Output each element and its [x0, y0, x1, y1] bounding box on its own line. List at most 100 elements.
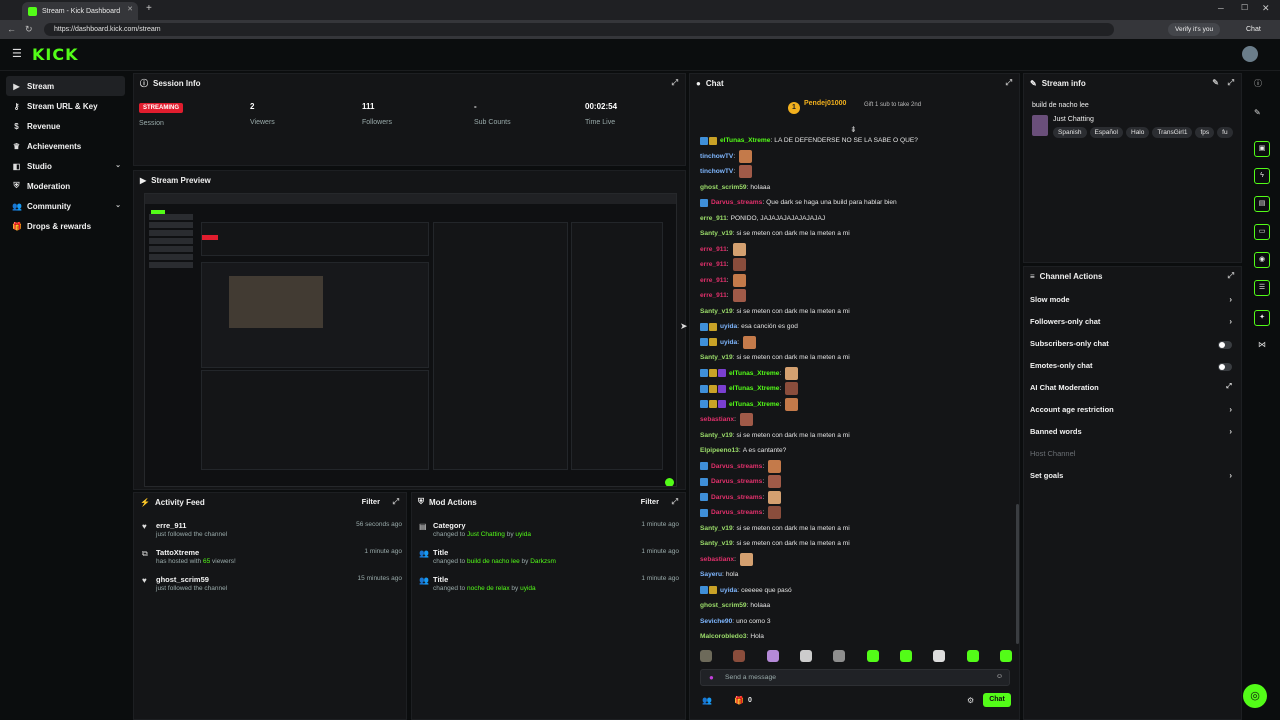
sidebar-item-stream[interactable]: ▶ Stream	[6, 76, 125, 96]
chat-message[interactable]: Santy_v19: si se meten con dark me la met…	[690, 521, 1012, 537]
chat-username[interactable]: erre_911	[700, 261, 727, 268]
chat-username[interactable]: erre_911	[700, 246, 727, 253]
chat-message[interactable]: sebastianx:	[690, 412, 1012, 428]
chat-message[interactable]: Santy_v19: si se meten con dark me la met…	[690, 350, 1012, 366]
chat-message[interactable]: Santy_v19: si se meten con dark me la met…	[690, 304, 1012, 320]
chat-username[interactable]: erre_911	[700, 215, 727, 222]
tag-chip[interactable]: Español	[1089, 127, 1123, 138]
chat-message[interactable]: Santy_v19: si se meten con dark me la met…	[690, 428, 1012, 444]
rail-camera-icon[interactable]: ▣	[1254, 141, 1270, 157]
chat-message[interactable]: Darvus_streams:	[690, 474, 1012, 490]
chevron-right-icon[interactable]: ›	[1229, 295, 1232, 304]
expand-icon[interactable]: ⤢	[1228, 78, 1234, 88]
channel-action-set-goals[interactable]: Set goals ›	[1030, 471, 1236, 485]
chat-username[interactable]: sebastianx	[700, 416, 734, 423]
toggle-switch[interactable]	[1218, 363, 1232, 371]
chat-message[interactable]: Darvus_streams:	[690, 505, 1012, 521]
chat-username[interactable]: Darvus_streams	[711, 494, 762, 501]
url-input[interactable]: https://dashboard.kick.com/stream	[44, 23, 1114, 36]
chat-message[interactable]: Darvus_streams:	[690, 459, 1012, 475]
chat-message[interactable]: uyida:	[690, 335, 1012, 351]
chat-message[interactable]: erre_911:	[690, 242, 1012, 258]
send-chat-button[interactable]: Chat	[983, 693, 1011, 707]
chat-username[interactable]: Santy_v19	[700, 432, 733, 439]
settings-gear-icon[interactable]: ⚙	[967, 696, 974, 705]
filter-button[interactable]: Filter	[362, 497, 380, 506]
filter-button[interactable]: Filter	[641, 497, 659, 506]
users-icon[interactable]: 👥	[702, 696, 712, 705]
chat-message[interactable]: Seviche90: uno como 3	[690, 614, 1012, 630]
quick-emote-icon[interactable]	[733, 650, 746, 662]
kick-logo[interactable]: KICK	[32, 45, 79, 64]
rail-bolt-icon[interactable]: ϟ	[1254, 168, 1270, 184]
back-icon[interactable]: ←	[7, 23, 16, 36]
chat-username[interactable]: ghost_scrim59	[700, 184, 747, 191]
chat-message[interactable]: tinchowTV:	[690, 149, 1012, 165]
chat-input-box[interactable]: ● Send a message ☺	[700, 669, 1010, 686]
chat-message[interactable]: Santy_v19: si se meten con dark me la met…	[690, 536, 1012, 552]
tag-chip[interactable]: TransGirl1	[1152, 127, 1193, 138]
chat-username[interactable]: uyida	[720, 339, 737, 346]
chat-message[interactable]: elTunas_Xtreme:	[690, 397, 1012, 413]
emoji-icon[interactable]: ☺	[996, 673, 1003, 680]
quick-emote-icon[interactable]	[833, 650, 846, 662]
tag-chip[interactable]: fu	[1217, 127, 1233, 138]
reload-icon[interactable]: ↻	[25, 23, 33, 36]
chat-username[interactable]: Seviche90	[700, 618, 732, 625]
maximize-icon[interactable]: ☐	[1241, 3, 1248, 12]
quick-emote-icon[interactable]	[866, 650, 879, 662]
chat-username[interactable]: uyida	[720, 587, 737, 594]
channel-action-banned-words[interactable]: Banned words ›	[1030, 427, 1236, 441]
chat-username[interactable]: elTunas_Xtreme	[729, 401, 779, 408]
expand-icon[interactable]: ⤢	[1006, 78, 1012, 88]
chat-username[interactable]: erre_911	[700, 277, 727, 284]
rail-broadcast-icon[interactable]: ◉	[1254, 252, 1270, 268]
chat-message[interactable]: uyida: ceeeee que pasó	[690, 583, 1012, 599]
channel-action-emotes-only-chat[interactable]: Emotes-only chat	[1030, 361, 1236, 375]
chat-message[interactable]: Darvus_streams:	[690, 490, 1012, 506]
sidebar-item-moderation[interactable]: ⛨ Moderation	[0, 176, 131, 196]
chat-message[interactable]: elTunas_Xtreme: LA DE DEFENDERSE NO SE LA…	[690, 133, 1012, 149]
expand-icon[interactable]: ⤢	[672, 78, 678, 88]
chat-username[interactable]: elTunas_Xtreme	[729, 370, 779, 377]
quick-emote-icon[interactable]	[966, 650, 979, 662]
chat-message[interactable]: ghost_scrim59: holaaa	[690, 598, 1012, 614]
chat-message[interactable]: uyida: esa canción es god	[690, 319, 1012, 335]
edit-icon[interactable]: ✎	[1212, 78, 1219, 87]
window-close-icon[interactable]: ✕	[1262, 3, 1270, 14]
stream-video[interactable]	[144, 193, 677, 487]
sidebar-item-revenue[interactable]: $ Revenue	[0, 116, 131, 136]
chat-username[interactable]: Elpipeeno13	[700, 447, 739, 454]
sidebar-item-achievements[interactable]: ♛ Achievements	[0, 136, 131, 156]
channel-action-followers-only-chat[interactable]: Followers-only chat ›	[1030, 317, 1236, 331]
chat-username[interactable]: uyida	[720, 323, 737, 330]
chat-username[interactable]: Darvus_streams	[711, 199, 762, 206]
quick-emote-icon[interactable]	[700, 650, 712, 662]
rail-share-icon[interactable]: ⋈	[1258, 340, 1266, 349]
expand-icon[interactable]: ⤢	[672, 497, 678, 507]
chat-username[interactable]: Malcorobledo3	[700, 633, 747, 640]
chat-username[interactable]: ghost_scrim59	[700, 602, 747, 609]
rail-wrench-icon[interactable]: ✦	[1254, 310, 1270, 326]
hamburger-menu-icon[interactable]: ☰	[12, 47, 22, 60]
chat-message[interactable]: Darvus_streams: Que dark se haga una buil…	[690, 195, 1012, 211]
sidebar-item-community[interactable]: 👥 Community ⌄	[0, 196, 131, 216]
toggle-switch[interactable]	[1218, 341, 1232, 349]
info-icon[interactable]: ⓘ	[1254, 78, 1262, 89]
chat-username[interactable]: erre_911	[700, 292, 727, 299]
browser-chat-button[interactable]: Chat	[1246, 23, 1261, 36]
chat-username[interactable]: Santy_v19	[700, 525, 733, 532]
chat-username[interactable]: Darvus_streams	[711, 463, 762, 470]
chat-username[interactable]: Santy_v19	[700, 308, 733, 315]
channel-action-subscribers-only-chat[interactable]: Subscribers-only chat	[1030, 339, 1236, 353]
edit-icon[interactable]: ✎	[1254, 108, 1261, 117]
chat-input[interactable]: Send a message	[725, 674, 776, 681]
chat-username[interactable]: tinchowTV	[700, 168, 733, 175]
profile-verify-chip[interactable]: Verify it's you	[1168, 23, 1221, 36]
chevron-right-icon[interactable]: ›	[1229, 317, 1232, 326]
chat-message[interactable]: sebastianx:	[690, 552, 1012, 568]
channel-action-ai-chat-moderation[interactable]: AI Chat Moderation ⤢	[1030, 383, 1236, 397]
chat-username[interactable]: tinchowTV	[700, 153, 733, 160]
channel-action-account-age-restriction[interactable]: Account age restriction ›	[1030, 405, 1236, 419]
browser-tab[interactable]: Stream - Kick Dashboard ✕	[22, 2, 138, 20]
